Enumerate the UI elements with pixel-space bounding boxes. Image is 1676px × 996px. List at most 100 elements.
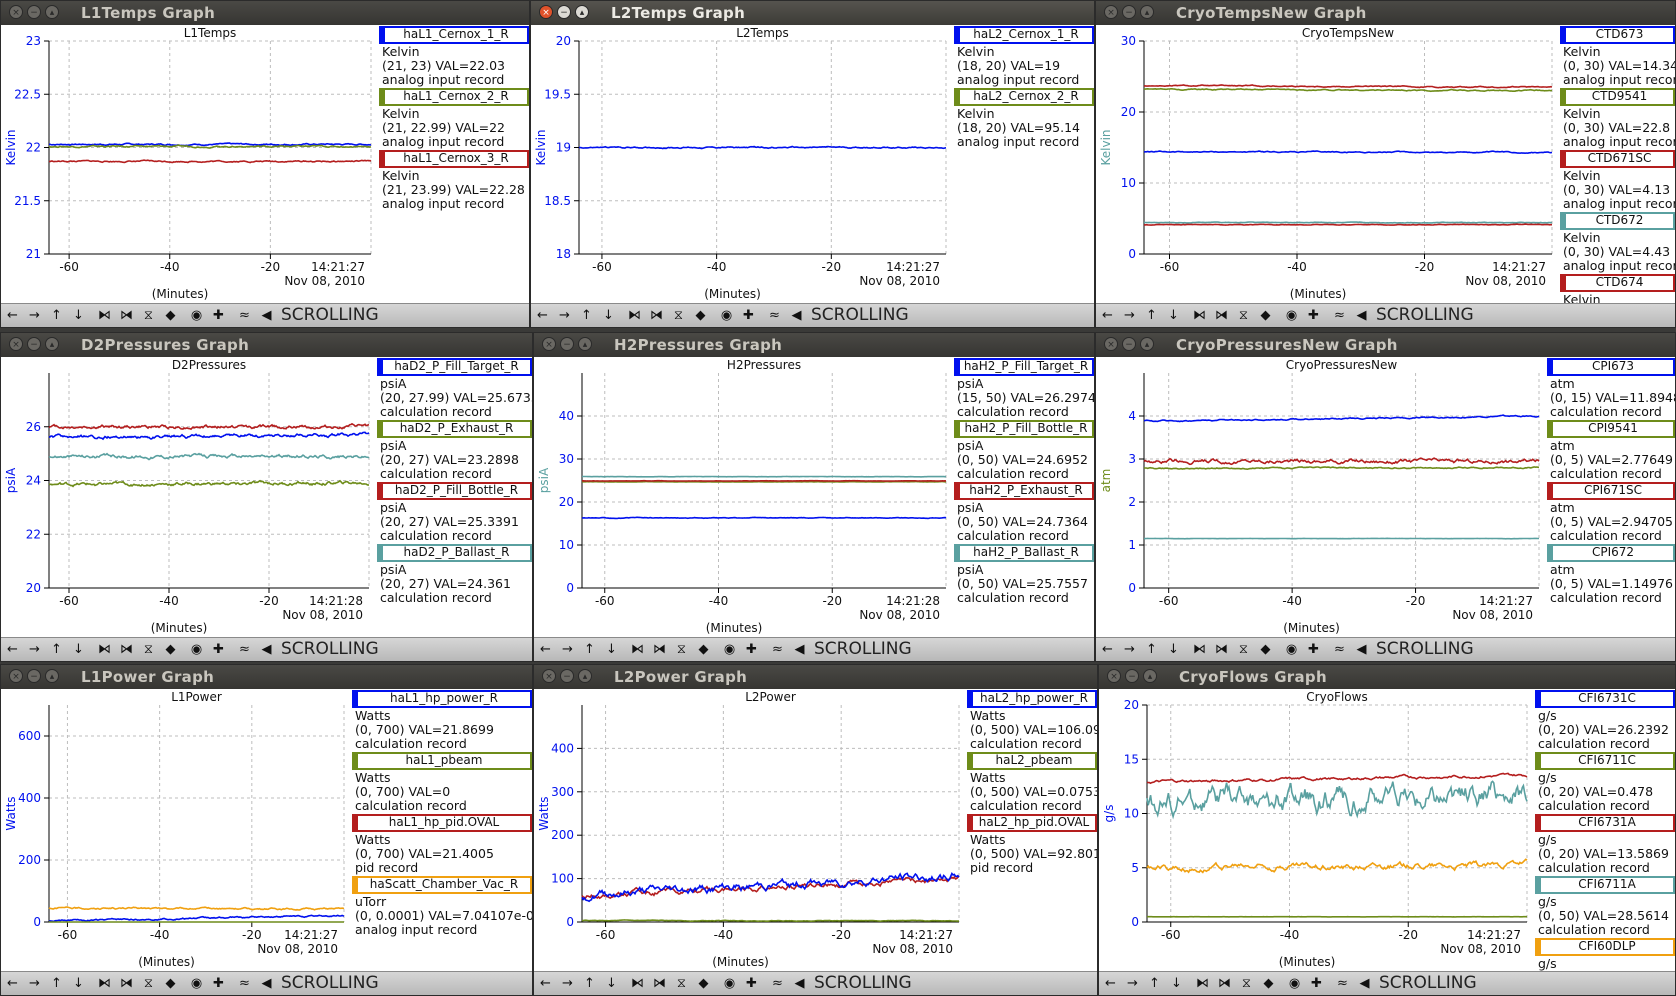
zoom-in-vertical-icon[interactable]: ⧖ [139,640,158,659]
legend-entry[interactable]: CFI6711A g/s (0, 50) VAL=28.5614 calculatio… [1535,876,1675,937]
arrow-left-icon[interactable]: ← [1101,974,1120,993]
title-bar[interactable]: × − ▴ CryoFlows Graph [1099,665,1675,689]
zoom-out-vertical-icon[interactable]: ◆ [691,306,710,325]
zoom-out-vertical-icon[interactable]: ◆ [694,974,713,993]
scroll-mode-label[interactable]: SCROLLING [1376,638,1474,660]
minimize-icon[interactable]: − [1125,669,1139,683]
zoom-out-vertical-icon[interactable]: ◆ [1256,306,1275,325]
minimize-icon[interactable]: − [560,337,574,351]
legend-entry[interactable]: CFI6731C g/s (0, 20) VAL=26.2392 calculatio… [1535,690,1675,751]
chart[interactable]: D2Pressures 26 24 22 20 -60 -40 -20 14:21:28Nov … [1,357,375,638]
zoom-in-vertical-icon[interactable]: ⧖ [672,640,691,659]
plus-icon[interactable]: ✚ [739,306,758,325]
legend-pv-name[interactable]: haScatt_Chamber_Vac_R [352,876,532,894]
zoom-in-horizontal-icon[interactable]: ⧑ [1190,640,1209,659]
play-stop-icon[interactable]: ◀ [790,974,809,993]
zoom-out-vertical-icon[interactable]: ◆ [161,974,180,993]
arrow-left-icon[interactable]: ← [533,306,552,325]
chart[interactable]: H2Pressures 40 30 20 10 0 -60 -40 -20 14:21:28Nov… [534,357,952,638]
minimize-icon[interactable]: − [27,5,41,19]
legend-entry[interactable]: CTD672 Kelvin (0, 30) VAL=4.43 analog input… [1560,212,1675,273]
play-stop-icon[interactable]: ◀ [1352,306,1371,325]
minimize-icon[interactable]: − [557,5,571,19]
scroll-mode-label[interactable]: SCROLLING [281,638,379,660]
maximize-icon[interactable]: ▴ [45,5,59,19]
plus-icon[interactable]: ✚ [1304,640,1323,659]
arrow-right-icon[interactable]: → [558,974,577,993]
close-icon[interactable]: × [539,5,553,19]
close-icon[interactable]: × [1104,5,1118,19]
legend-entry[interactable]: CPI673 atm (0, 15) VAL=11.8948 calculation … [1547,358,1675,419]
scroll-mode-label[interactable]: SCROLLING [281,304,379,326]
arrow-right-icon[interactable]: → [25,974,44,993]
legend-pv-name[interactable]: haL1_hp_power_R [352,690,532,708]
graph-window-l1power[interactable]: × − ▴ L1Power Graph L1Power 600 400 200 0 -60 -40 -… [0,664,533,996]
arrow-down-icon[interactable]: ↓ [602,640,621,659]
zoom-in-vertical-icon[interactable]: ⧖ [139,306,158,325]
legend-pv-name[interactable]: haL2_Cernox_2_R [954,88,1094,106]
arrow-left-icon[interactable]: ← [3,306,22,325]
legend-pv-name[interactable]: CTD9541 [1560,88,1675,106]
scale-icon[interactable]: ≈ [1330,640,1349,659]
legend-pv-name[interactable]: haL1_Cernox_1_R [379,26,529,44]
close-icon[interactable]: × [542,337,556,351]
graph-window-d2press[interactable]: × − ▴ D2Pressures Graph D2Pressures 26 24 22 20 -… [0,332,533,662]
scale-icon[interactable]: ≈ [235,974,254,993]
arrow-down-icon[interactable]: ↓ [602,974,621,993]
close-icon[interactable]: × [9,669,23,683]
legend-pv-name[interactable]: haL2_pbeam [967,752,1097,770]
arrow-up-icon[interactable]: ↑ [47,640,66,659]
play-stop-icon[interactable]: ◀ [257,640,276,659]
plus-icon[interactable]: ✚ [742,974,761,993]
play-stop-icon[interactable]: ◀ [1355,974,1374,993]
zoom-in-horizontal-icon[interactable]: ⧑ [625,306,644,325]
zoom-in-horizontal-icon[interactable]: ⧑ [628,974,647,993]
arrow-up-icon[interactable]: ↑ [47,974,66,993]
arrow-down-icon[interactable]: ↓ [1167,974,1186,993]
reset-icon[interactable]: ◉ [187,640,206,659]
arrow-down-icon[interactable]: ↓ [69,974,88,993]
reset-icon[interactable]: ◉ [1282,306,1301,325]
play-stop-icon[interactable]: ◀ [257,306,276,325]
legend-pv-name[interactable]: haL1_Cernox_2_R [379,88,529,106]
legend-entry[interactable]: haScatt_Chamber_Vac_R uTorr (0, 0.0001) VA… [352,876,532,937]
close-icon[interactable]: × [1104,337,1118,351]
zoom-in-vertical-icon[interactable]: ⧖ [672,974,691,993]
legend-entry[interactable]: haL2_hp_power_R Watts (0, 500) VAL=106.098… [967,690,1097,751]
chart[interactable]: L2Temps 20 19.5 19 18.5 18 -60 -40 -20 14:21:27No… [531,25,952,304]
legend-entry[interactable]: haL1_Cernox_3_R Kelvin (21, 23.99) VAL=22.… [379,150,529,211]
scroll-mode-label[interactable]: SCROLLING [1376,304,1474,326]
zoom-out-vertical-icon[interactable]: ◆ [694,640,713,659]
title-bar[interactable]: × − ▴ L2Temps Graph [531,1,1094,25]
chart[interactable]: CryoTempsNew 30 20 10 0 -60 -40 -20 14:21:27Nov … [1096,25,1558,304]
arrow-right-icon[interactable]: → [558,640,577,659]
graph-window-cryotemps[interactable]: × − ▴ CryoTempsNew Graph CryoTempsNew 30 20 10 0… [1095,0,1676,328]
zoom-out-vertical-icon[interactable]: ◆ [1259,974,1278,993]
plus-icon[interactable]: ✚ [742,640,761,659]
zoom-out-vertical-icon[interactable]: ◆ [161,306,180,325]
scale-icon[interactable]: ≈ [235,306,254,325]
legend-pv-name[interactable]: haL1_Cernox_3_R [379,150,529,168]
graph-window-l2temps[interactable]: × − ▴ L2Temps Graph L2Temps 20 19.5 19 18.5 18 -60… [530,0,1095,328]
legend-entry[interactable]: CTD671SC Kelvin (0, 30) VAL=4.13 analog inp… [1560,150,1675,211]
legend-entry[interactable]: CTD673 Kelvin (0, 30) VAL=14.34 analog inpu… [1560,26,1675,87]
legend-entry[interactable]: haH2_P_Fill_Bottle_R psiA (0, 50) VAL=24.6… [954,420,1094,481]
plus-icon[interactable]: ✚ [209,974,228,993]
legend-entry[interactable]: haL1_hp_power_R Watts (0, 700) VAL=21.8699… [352,690,532,751]
zoom-out-horizontal-icon[interactable]: ⧒ [117,640,136,659]
play-stop-icon[interactable]: ◀ [790,640,809,659]
zoom-out-horizontal-icon[interactable]: ⧒ [1215,974,1234,993]
legend-pv-name[interactable]: haD2_P_Fill_Target_R [377,358,532,376]
scroll-mode-label[interactable]: SCROLLING [1379,972,1477,994]
legend-entry[interactable]: haL1_Cernox_2_R Kelvin (21, 22.99) VAL=22 a… [379,88,529,149]
arrow-left-icon[interactable]: ← [3,640,22,659]
legend-entry[interactable]: haL2_hp_pid.OVAL Watts (0, 500) VAL=92.801… [967,814,1097,875]
arrow-right-icon[interactable]: → [1123,974,1142,993]
legend-pv-name[interactable]: haL2_hp_power_R [967,690,1097,708]
legend-entry[interactable]: haL2_pbeamWatts(0, 500) VAL=0.0753303cal… [967,752,1097,813]
arrow-down-icon[interactable]: ↓ [1164,640,1183,659]
maximize-icon[interactable]: ▴ [575,5,589,19]
legend-entry[interactable]: CTD9541 Kelvin (0, 30) VAL=22.8 analog inpu… [1560,88,1675,149]
arrow-right-icon[interactable]: → [1120,306,1139,325]
reset-icon[interactable]: ◉ [1282,640,1301,659]
